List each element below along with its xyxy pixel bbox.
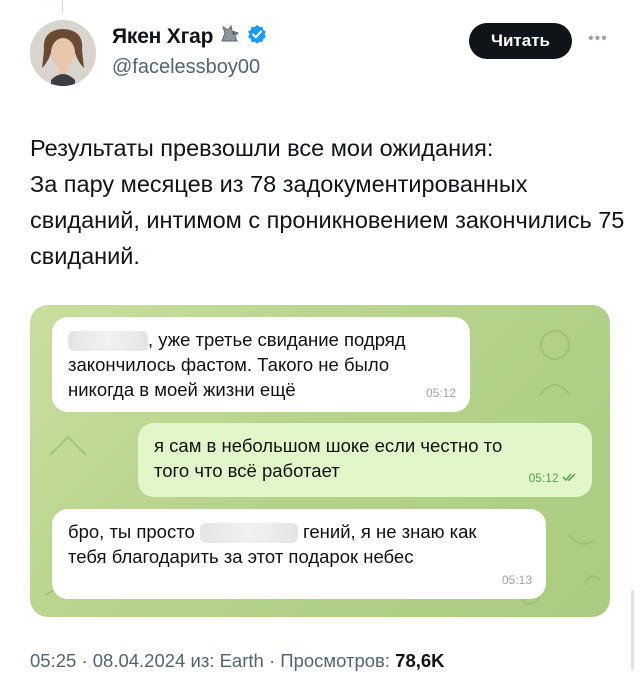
tweet-source: Earth (219, 650, 264, 671)
tweet-time[interactable]: 05:25 (30, 650, 76, 671)
chat-message-incoming: бро, ты просто гений, я не знаю как тебя… (52, 509, 546, 599)
message-time: 05:13 (501, 573, 532, 587)
redacted-name (68, 331, 148, 352)
follow-button[interactable]: Читать (469, 23, 572, 59)
chat-message-outgoing: я сам в небольшом шоке если честно то то… (138, 423, 592, 497)
tweet-media-chat-screenshot[interactable]: , уже третье свидание подряд закончилось… (30, 305, 610, 617)
wolf-icon (219, 24, 241, 49)
message-text: , уже третье свидание подряд закончилось… (68, 329, 406, 400)
tweet-meta: 05:25 · 08.04.2024 из: Earth · Просмотро… (30, 650, 445, 671)
avatar-image (30, 20, 96, 86)
message-time: 05:12 (528, 471, 559, 485)
message-time-status: 05:12 (529, 466, 578, 491)
tweet-text: Результаты превзошли все мои ожидания: З… (30, 135, 625, 269)
scrollbar[interactable] (631, 590, 634, 670)
more-icon[interactable]: ••• (588, 30, 608, 48)
chat-message-incoming: , уже третье свидание подряд закончилось… (52, 317, 470, 412)
views-label: Просмотров: (280, 650, 391, 671)
author-handle[interactable]: @facelessboy00 (112, 56, 260, 79)
message-time: 05:12 (425, 386, 456, 400)
views-count: 78,6K (395, 650, 445, 671)
verified-badge-icon (247, 24, 267, 49)
message-text: бро, ты просто гений, я не знаю как тебя… (68, 521, 477, 567)
tweet-date[interactable]: 08.04.2024 (93, 650, 186, 671)
source-prefix: из: (190, 650, 215, 671)
double-check-icon (562, 473, 576, 482)
redacted-word (199, 523, 298, 544)
author-name-row: Якен Хгар (112, 24, 267, 49)
message-text: я сам в небольшом шоке если честно то то… (154, 435, 503, 481)
display-name[interactable]: Якен Хгар (112, 25, 213, 49)
thread-connector-line (62, 0, 63, 14)
avatar[interactable] (30, 20, 96, 86)
